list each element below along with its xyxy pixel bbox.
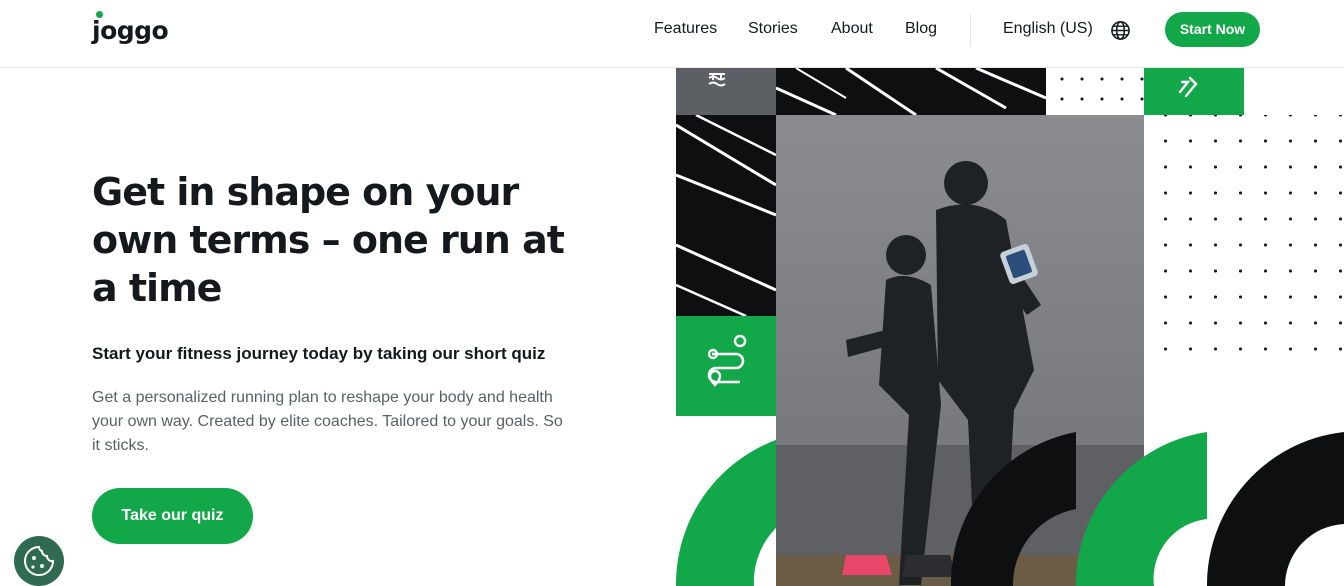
- site-header: joggo Features Stories About Blog Englis…: [0, 0, 1344, 68]
- nav-divider: [970, 14, 971, 46]
- arc-shape: [1207, 432, 1344, 586]
- route-tile: [676, 316, 776, 416]
- hero-title: Get in shape on your own terms – one run…: [92, 170, 565, 310]
- track-lines-top: [776, 68, 1046, 115]
- black-arc-right: [1207, 432, 1344, 586]
- arc-shape: [1076, 432, 1207, 586]
- take-quiz-button[interactable]: Take our quiz: [92, 488, 253, 544]
- language-selector[interactable]: English (US): [1003, 20, 1093, 38]
- nav-link-stories[interactable]: Stories: [748, 20, 798, 42]
- nav-link-blog[interactable]: Blog: [905, 20, 937, 42]
- swim-tile: [676, 68, 776, 115]
- track-lines-left: [676, 115, 776, 316]
- dots-tile-top: [1046, 68, 1144, 115]
- hero-subtitle: Start your fitness journey today by taki…: [92, 344, 546, 363]
- chevron-tile: [1144, 68, 1244, 115]
- arc-shape: [951, 432, 1076, 586]
- nav-link-features[interactable]: Features: [654, 20, 717, 42]
- track-tile-left: [676, 115, 776, 316]
- black-arc-center: [951, 432, 1076, 586]
- double-chevron-icon: [1178, 76, 1198, 98]
- route-icon: [707, 334, 747, 387]
- cookie-settings-button[interactable]: [14, 536, 64, 586]
- logo-text: joggo: [92, 16, 169, 45]
- dots-tile-right: [1144, 115, 1344, 365]
- globe-icon[interactable]: [1110, 20, 1131, 41]
- start-now-button[interactable]: Start Now: [1165, 12, 1260, 47]
- cookie-icon: [24, 545, 55, 576]
- nav-link-about[interactable]: About: [831, 20, 873, 42]
- swim-icon: [708, 73, 726, 87]
- track-tile-top: [776, 68, 1046, 115]
- logo[interactable]: joggo: [92, 8, 192, 48]
- hero-description: Get a personalized running plan to resha…: [92, 389, 563, 454]
- green-arc-right: [1076, 432, 1207, 586]
